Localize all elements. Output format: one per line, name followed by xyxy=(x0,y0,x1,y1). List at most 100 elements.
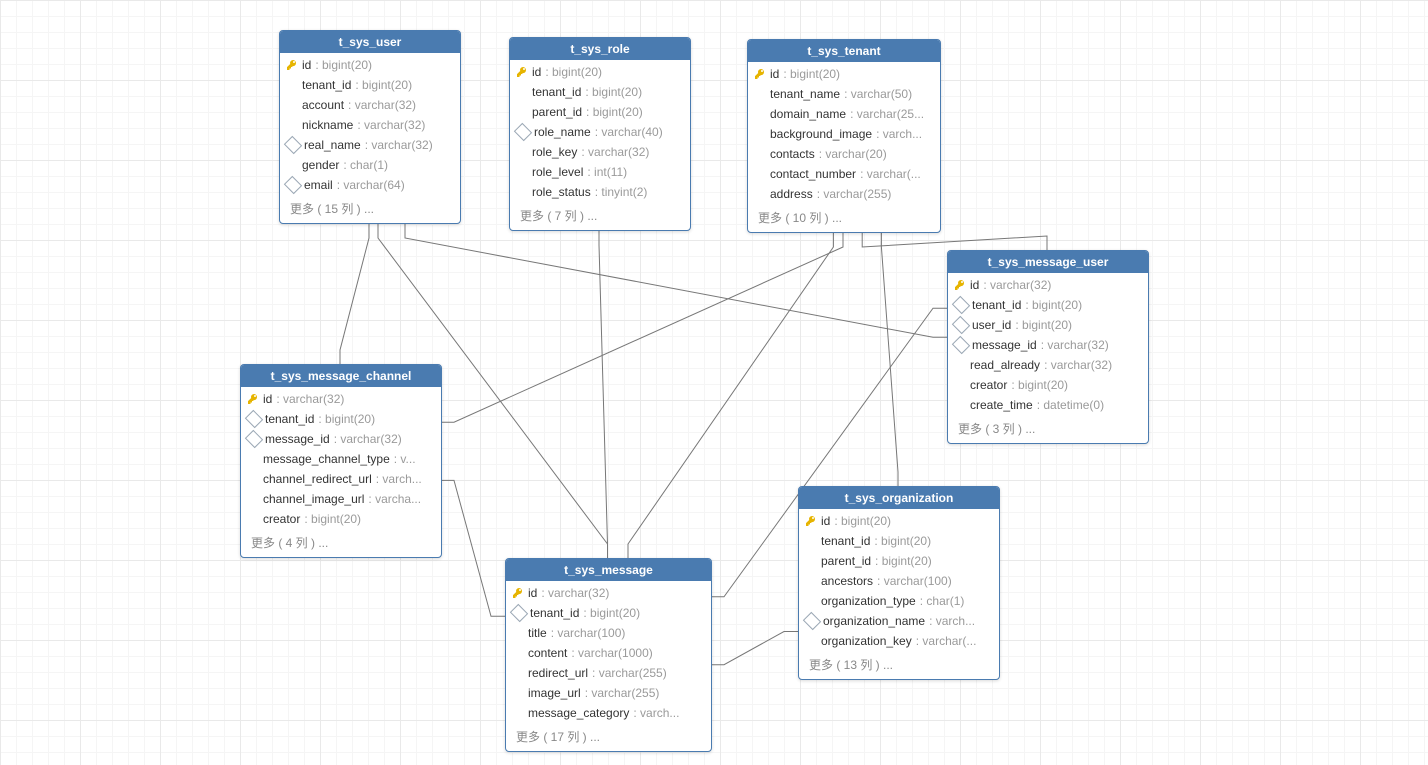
column-row[interactable]: parent_id: bigint(20) xyxy=(510,102,690,122)
column-row[interactable]: role_level: int(11) xyxy=(510,162,690,182)
index-icon xyxy=(284,136,302,154)
entity-title[interactable]: t_sys_message_channel xyxy=(241,365,441,387)
column-row[interactable]: create_time: datetime(0) xyxy=(948,395,1148,415)
entity-title[interactable]: t_sys_tenant xyxy=(748,40,940,62)
column-row[interactable]: creator: bigint(20) xyxy=(948,375,1148,395)
column-row[interactable]: title: varchar(100) xyxy=(506,623,711,643)
blank-icon xyxy=(512,647,524,659)
column-row[interactable]: id: bigint(20) xyxy=(280,55,460,75)
column-row[interactable]: id: varchar(32) xyxy=(241,389,441,409)
blank-icon xyxy=(754,108,766,120)
column-name: title xyxy=(528,625,547,641)
column-row[interactable]: id: bigint(20) xyxy=(799,511,999,531)
column-row[interactable]: message_channel_type: v... xyxy=(241,449,441,469)
column-row[interactable]: id: bigint(20) xyxy=(748,64,940,84)
entity-title[interactable]: t_sys_user xyxy=(280,31,460,53)
column-row[interactable]: tenant_id: bigint(20) xyxy=(948,295,1148,315)
blank-icon xyxy=(516,146,528,158)
column-row[interactable]: message_id: varchar(32) xyxy=(948,335,1148,355)
more-columns-label[interactable]: 更多 ( 4 列 ) ... xyxy=(241,531,441,557)
more-columns-label[interactable]: 更多 ( 3 列 ) ... xyxy=(948,417,1148,443)
column-type: : bigint(20) xyxy=(834,513,891,529)
column-row[interactable]: id: varchar(32) xyxy=(948,275,1148,295)
column-name: channel_redirect_url xyxy=(263,471,372,487)
column-row[interactable]: content: varchar(1000) xyxy=(506,643,711,663)
column-name: contacts xyxy=(770,146,815,162)
entity-title[interactable]: t_sys_organization xyxy=(799,487,999,509)
column-type: : varchar(25... xyxy=(850,106,924,122)
column-row[interactable]: tenant_id: bigint(20) xyxy=(280,75,460,95)
column-row[interactable]: gender: char(1) xyxy=(280,155,460,175)
column-row[interactable]: contacts: varchar(20) xyxy=(748,144,940,164)
index-icon xyxy=(952,296,970,314)
column-type: : int(11) xyxy=(587,164,627,180)
column-row[interactable]: image_url: varchar(255) xyxy=(506,683,711,703)
column-name: create_time xyxy=(970,397,1033,413)
index-icon xyxy=(514,123,532,141)
column-row[interactable]: channel_image_url: varcha... xyxy=(241,489,441,509)
column-row[interactable]: read_already: varchar(32) xyxy=(948,355,1148,375)
column-row[interactable]: creator: bigint(20) xyxy=(241,509,441,529)
column-row[interactable]: id: varchar(32) xyxy=(506,583,711,603)
blank-icon xyxy=(516,106,528,118)
blank-icon xyxy=(247,493,259,505)
entity-t_sys_message_user[interactable]: t_sys_message_userid: varchar(32)tenant_… xyxy=(947,250,1149,444)
column-name: role_key xyxy=(532,144,577,160)
column-row[interactable]: role_name: varchar(40) xyxy=(510,122,690,142)
column-row[interactable]: message_category: varch... xyxy=(506,703,711,723)
column-row[interactable]: email: varchar(64) xyxy=(280,175,460,195)
column-row[interactable]: real_name: varchar(32) xyxy=(280,135,460,155)
blank-icon xyxy=(805,575,817,587)
blank-icon xyxy=(805,555,817,567)
more-columns-label[interactable]: 更多 ( 15 列 ) ... xyxy=(280,197,460,223)
column-row[interactable]: parent_id: bigint(20) xyxy=(799,551,999,571)
column-row[interactable]: organization_type: char(1) xyxy=(799,591,999,611)
column-row[interactable]: contact_number: varchar(... xyxy=(748,164,940,184)
column-row[interactable]: organization_name: varch... xyxy=(799,611,999,631)
column-row[interactable]: role_key: varchar(32) xyxy=(510,142,690,162)
column-list: id: bigint(20)tenant_id: bigint(20)paren… xyxy=(510,60,690,204)
column-row[interactable]: tenant_name: varchar(50) xyxy=(748,84,940,104)
column-name: ancestors xyxy=(821,573,873,589)
entity-t_sys_role[interactable]: t_sys_roleid: bigint(20)tenant_id: bigin… xyxy=(509,37,691,231)
column-row[interactable]: organization_key: varchar(... xyxy=(799,631,999,651)
more-columns-label[interactable]: 更多 ( 10 列 ) ... xyxy=(748,206,940,232)
entity-t_sys_message_channel[interactable]: t_sys_message_channelid: varchar(32)tena… xyxy=(240,364,442,558)
column-row[interactable]: id: bigint(20) xyxy=(510,62,690,82)
column-row[interactable]: tenant_id: bigint(20) xyxy=(241,409,441,429)
column-row[interactable]: address: varchar(255) xyxy=(748,184,940,204)
column-type: : varchar(1000) xyxy=(571,645,652,661)
column-type: : varchar(20) xyxy=(819,146,887,162)
column-row[interactable]: background_image: varch... xyxy=(748,124,940,144)
column-row[interactable]: user_id: bigint(20) xyxy=(948,315,1148,335)
column-row[interactable]: redirect_url: varchar(255) xyxy=(506,663,711,683)
entity-t_sys_user[interactable]: t_sys_userid: bigint(20)tenant_id: bigin… xyxy=(279,30,461,224)
column-row[interactable]: tenant_id: bigint(20) xyxy=(510,82,690,102)
entity-t_sys_tenant[interactable]: t_sys_tenantid: bigint(20)tenant_name: v… xyxy=(747,39,941,233)
column-type: : varchar(32) xyxy=(276,391,344,407)
more-columns-label[interactable]: 更多 ( 7 列 ) ... xyxy=(510,204,690,230)
entity-t_sys_organization[interactable]: t_sys_organizationid: bigint(20)tenant_i… xyxy=(798,486,1000,680)
column-row[interactable]: tenant_id: bigint(20) xyxy=(506,603,711,623)
column-row[interactable]: message_id: varchar(32) xyxy=(241,429,441,449)
column-row[interactable]: ancestors: varchar(100) xyxy=(799,571,999,591)
more-columns-label[interactable]: 更多 ( 17 列 ) ... xyxy=(506,725,711,751)
index-icon xyxy=(245,430,263,448)
column-row[interactable]: domain_name: varchar(25... xyxy=(748,104,940,124)
index-icon xyxy=(284,176,302,194)
more-columns-label[interactable]: 更多 ( 13 列 ) ... xyxy=(799,653,999,679)
column-row[interactable]: tenant_id: bigint(20) xyxy=(799,531,999,551)
column-name: channel_image_url xyxy=(263,491,364,507)
entity-t_sys_message[interactable]: t_sys_messageid: varchar(32)tenant_id: b… xyxy=(505,558,712,752)
entity-title[interactable]: t_sys_message xyxy=(506,559,711,581)
column-name: email xyxy=(304,177,333,193)
entity-title[interactable]: t_sys_role xyxy=(510,38,690,60)
blank-icon xyxy=(512,707,524,719)
column-row[interactable]: role_status: tinyint(2) xyxy=(510,182,690,202)
column-row[interactable]: channel_redirect_url: varch... xyxy=(241,469,441,489)
column-row[interactable]: account: varchar(32) xyxy=(280,95,460,115)
column-type: : varchar(32) xyxy=(1041,337,1109,353)
column-row[interactable]: nickname: varchar(32) xyxy=(280,115,460,135)
blank-icon xyxy=(754,188,766,200)
entity-title[interactable]: t_sys_message_user xyxy=(948,251,1148,273)
